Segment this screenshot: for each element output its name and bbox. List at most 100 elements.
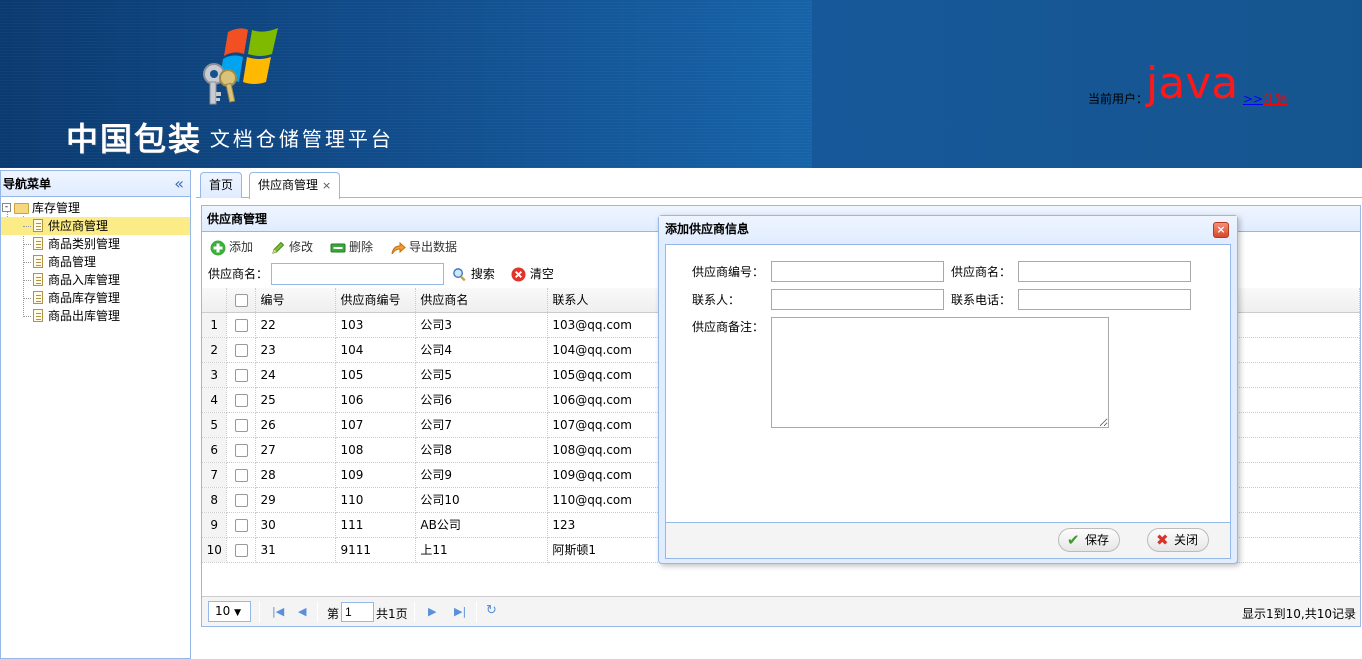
pencil-icon (270, 240, 286, 256)
last-page-icon[interactable]: ▶| (454, 605, 466, 618)
tree-line (23, 316, 31, 317)
document-icon (33, 309, 43, 322)
close-button[interactable]: ✖ 关闭 (1147, 528, 1210, 552)
logout-arrow[interactable]: >> (1243, 92, 1263, 106)
select-all-checkbox[interactable] (234, 293, 248, 307)
column-header-code[interactable]: 供应商编号 (335, 288, 417, 313)
row-number: 6 (202, 437, 228, 463)
row-select-cell[interactable] (226, 487, 257, 513)
first-page-icon[interactable]: |◀ (272, 605, 284, 618)
logout-link[interactable]: >>注销 (1243, 90, 1287, 107)
edit-button[interactable]: 修改 (270, 237, 313, 257)
page-prefix: 第 (327, 607, 340, 621)
column-header-name[interactable]: 供应商名 (415, 288, 549, 313)
search-button[interactable]: 搜索 (452, 262, 495, 286)
tree-node-inventory[interactable]: - 库存管理 (1, 199, 190, 217)
current-user-label: 当前用户： (1088, 92, 1149, 106)
row-checkbox[interactable] (234, 343, 248, 357)
tab-home[interactable]: 首页 (200, 172, 243, 198)
delete-button[interactable]: 删除 (330, 237, 373, 257)
export-label: 导出数据 (409, 240, 458, 254)
cell-code: 103 (335, 312, 417, 338)
next-page-icon[interactable]: ▶ (428, 605, 436, 618)
sidebar-item-label: 供应商管理 (48, 219, 109, 233)
column-header-id[interactable]: 编号 (255, 288, 337, 313)
clear-button[interactable]: 清空 (511, 262, 554, 286)
page-number-input[interactable] (341, 602, 374, 622)
row-number: 1 (202, 312, 228, 338)
row-select-cell[interactable] (226, 537, 257, 563)
select-all-header[interactable] (226, 288, 257, 313)
row-number: 5 (202, 412, 228, 438)
sidebar-item-category[interactable]: 商品类别管理 (1, 235, 190, 253)
cell-id: 29 (255, 487, 337, 513)
tree-line (23, 280, 31, 281)
row-select-cell[interactable] (226, 437, 257, 463)
export-button[interactable]: 导出数据 (390, 237, 457, 257)
document-icon (33, 255, 43, 268)
remark-textarea[interactable] (771, 317, 1109, 428)
row-number-header (202, 288, 228, 313)
double-chevron-left-icon[interactable]: « (174, 171, 184, 197)
row-select-cell[interactable] (226, 362, 257, 388)
prev-page-icon[interactable]: ◀ (298, 605, 306, 618)
add-button[interactable]: 添加 (210, 237, 253, 257)
sidebar-item-stock[interactable]: 商品库存管理 (1, 289, 190, 307)
sidebar-item-supplier[interactable]: 供应商管理 (1, 217, 190, 235)
tab-close-icon[interactable]: × (322, 179, 331, 192)
close-icon[interactable]: × (1213, 222, 1229, 238)
cell-code: 104 (335, 337, 417, 363)
row-select-cell[interactable] (226, 312, 257, 338)
logout-text[interactable]: 注销 (1263, 92, 1287, 106)
row-select-cell[interactable] (226, 412, 257, 438)
phone-input[interactable] (1018, 289, 1191, 310)
sidebar-item-goods[interactable]: 商品管理 (1, 253, 190, 271)
cell-code: 109 (335, 462, 417, 488)
pager-separator (476, 602, 477, 622)
row-checkbox[interactable] (234, 543, 248, 557)
sidebar-item-stock-in[interactable]: 商品入库管理 (1, 271, 190, 289)
tree-line (23, 226, 31, 227)
add-supplier-dialog: 添加供应商信息 × 供应商编号： 供应商名： 联系人： 联系电话： 供应商备注：… (658, 215, 1238, 564)
row-select-cell[interactable] (226, 512, 257, 538)
row-checkbox[interactable] (234, 443, 248, 457)
row-checkbox[interactable] (234, 518, 248, 532)
page-size-select[interactable]: 10 ▼ (208, 601, 251, 622)
row-checkbox[interactable] (234, 418, 248, 432)
row-number: 3 (202, 362, 228, 388)
sidebar-item-stock-out[interactable]: 商品出库管理 (1, 307, 190, 325)
cell-name: 公司9 (415, 462, 549, 488)
supplier-name-search-input[interactable] (271, 263, 444, 285)
row-number: 7 (202, 462, 228, 488)
row-checkbox[interactable] (234, 493, 248, 507)
cell-id: 24 (255, 362, 337, 388)
save-button[interactable]: ✔ 保存 (1058, 528, 1121, 552)
cell-code: 107 (335, 412, 417, 438)
dialog-title: 添加供应商信息 (659, 216, 1237, 243)
pager-separator (317, 602, 318, 622)
export-arrow-icon (390, 240, 406, 256)
supplier-code-input[interactable] (771, 261, 944, 282)
brand-subtitle: 文档仓储管理平台 (209, 126, 394, 151)
tab-supplier[interactable]: 供应商管理 × (249, 172, 341, 199)
row-checkbox[interactable] (234, 368, 248, 382)
row-select-cell[interactable] (226, 387, 257, 413)
row-checkbox[interactable] (234, 393, 248, 407)
contact-input[interactable] (771, 289, 944, 310)
delete-label: 删除 (349, 240, 374, 254)
row-number: 9 (202, 512, 228, 538)
cell-name: 公司6 (415, 387, 549, 413)
document-icon (33, 237, 43, 250)
remark-label: 供应商备注： (692, 320, 765, 334)
cell-name: 公司3 (415, 312, 549, 338)
supplier-name-input[interactable] (1018, 261, 1191, 282)
row-checkbox[interactable] (234, 318, 248, 332)
row-select-cell[interactable] (226, 337, 257, 363)
row-checkbox[interactable] (234, 468, 248, 482)
collapse-toggle-icon[interactable]: - (2, 203, 11, 212)
minus-icon (330, 240, 346, 256)
row-select-cell[interactable] (226, 462, 257, 488)
tree-line (23, 298, 31, 299)
refresh-icon[interactable]: ↻ (486, 603, 497, 618)
cell-id: 22 (255, 312, 337, 338)
